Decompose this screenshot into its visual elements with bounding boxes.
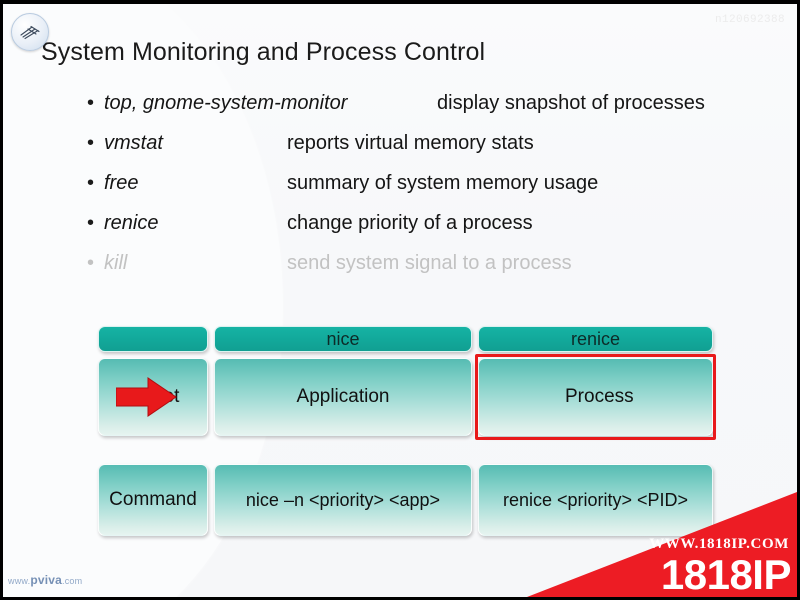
cell-nice-command: nice –n <priority> <app> — [214, 464, 472, 536]
slide-canvas: n120692388 System Monitoring and Process… — [0, 0, 800, 600]
bullet-command: vmstat — [104, 132, 163, 154]
corner-watermark: WWW.1818IP.COM 1818IP — [527, 492, 797, 597]
cell-renice-process: Process — [478, 358, 713, 436]
bullet-command: top, gnome-system-monitor — [104, 92, 348, 114]
row-label-command: Command — [98, 464, 208, 536]
bullet-marker: • — [87, 132, 95, 154]
bullet-command: kill — [104, 252, 128, 274]
bullet-marker: • — [87, 252, 95, 274]
table-row: Target Application Process — [98, 358, 713, 436]
list-item: • kill send system signal to a process — [87, 243, 767, 283]
bullet-description: send system signal to a process — [287, 252, 572, 274]
band-site-suffix: .com — [62, 576, 83, 586]
bullet-description: reports virtual memory stats — [287, 132, 534, 154]
band-site-name: pviva — [30, 573, 62, 587]
logo-badge — [11, 13, 49, 51]
band-site-prefix: www. — [8, 576, 31, 586]
bullet-marker: • — [87, 92, 95, 114]
bullet-description: change priority of a process — [287, 212, 533, 234]
watermark-brand: 1818IP — [660, 551, 792, 597]
table-header-row: nice renice — [98, 326, 713, 352]
list-item: • top, gnome-system-monitor display snap… — [87, 83, 767, 123]
list-item: • vmstat reports virtual memory stats — [87, 123, 767, 163]
scribble-badge-icon — [20, 25, 40, 40]
id-watermark: n120692388 — [714, 14, 785, 26]
page-title: System Monitoring and Process Control — [41, 38, 486, 66]
list-item: • free summary of system memory usage — [87, 163, 767, 203]
table-header-renice: renice — [478, 326, 713, 352]
list-item: • renice change priority of a process — [87, 203, 767, 243]
bullet-command: free — [104, 172, 139, 194]
bullet-marker: • — [87, 212, 95, 234]
bullet-description: display snapshot of processes — [437, 92, 705, 114]
bullet-command: renice — [104, 212, 159, 234]
red-arrow-icon — [116, 377, 177, 417]
bullet-description: summary of system memory usage — [287, 172, 599, 194]
bullet-marker: • — [87, 172, 95, 194]
band-site-watermark: www.pviva.com — [8, 573, 82, 587]
bullet-list: • top, gnome-system-monitor display snap… — [87, 83, 767, 283]
cell-nice-application: Application — [214, 358, 472, 436]
table-header-nice: nice — [214, 326, 472, 352]
table-header-blank — [98, 326, 208, 352]
